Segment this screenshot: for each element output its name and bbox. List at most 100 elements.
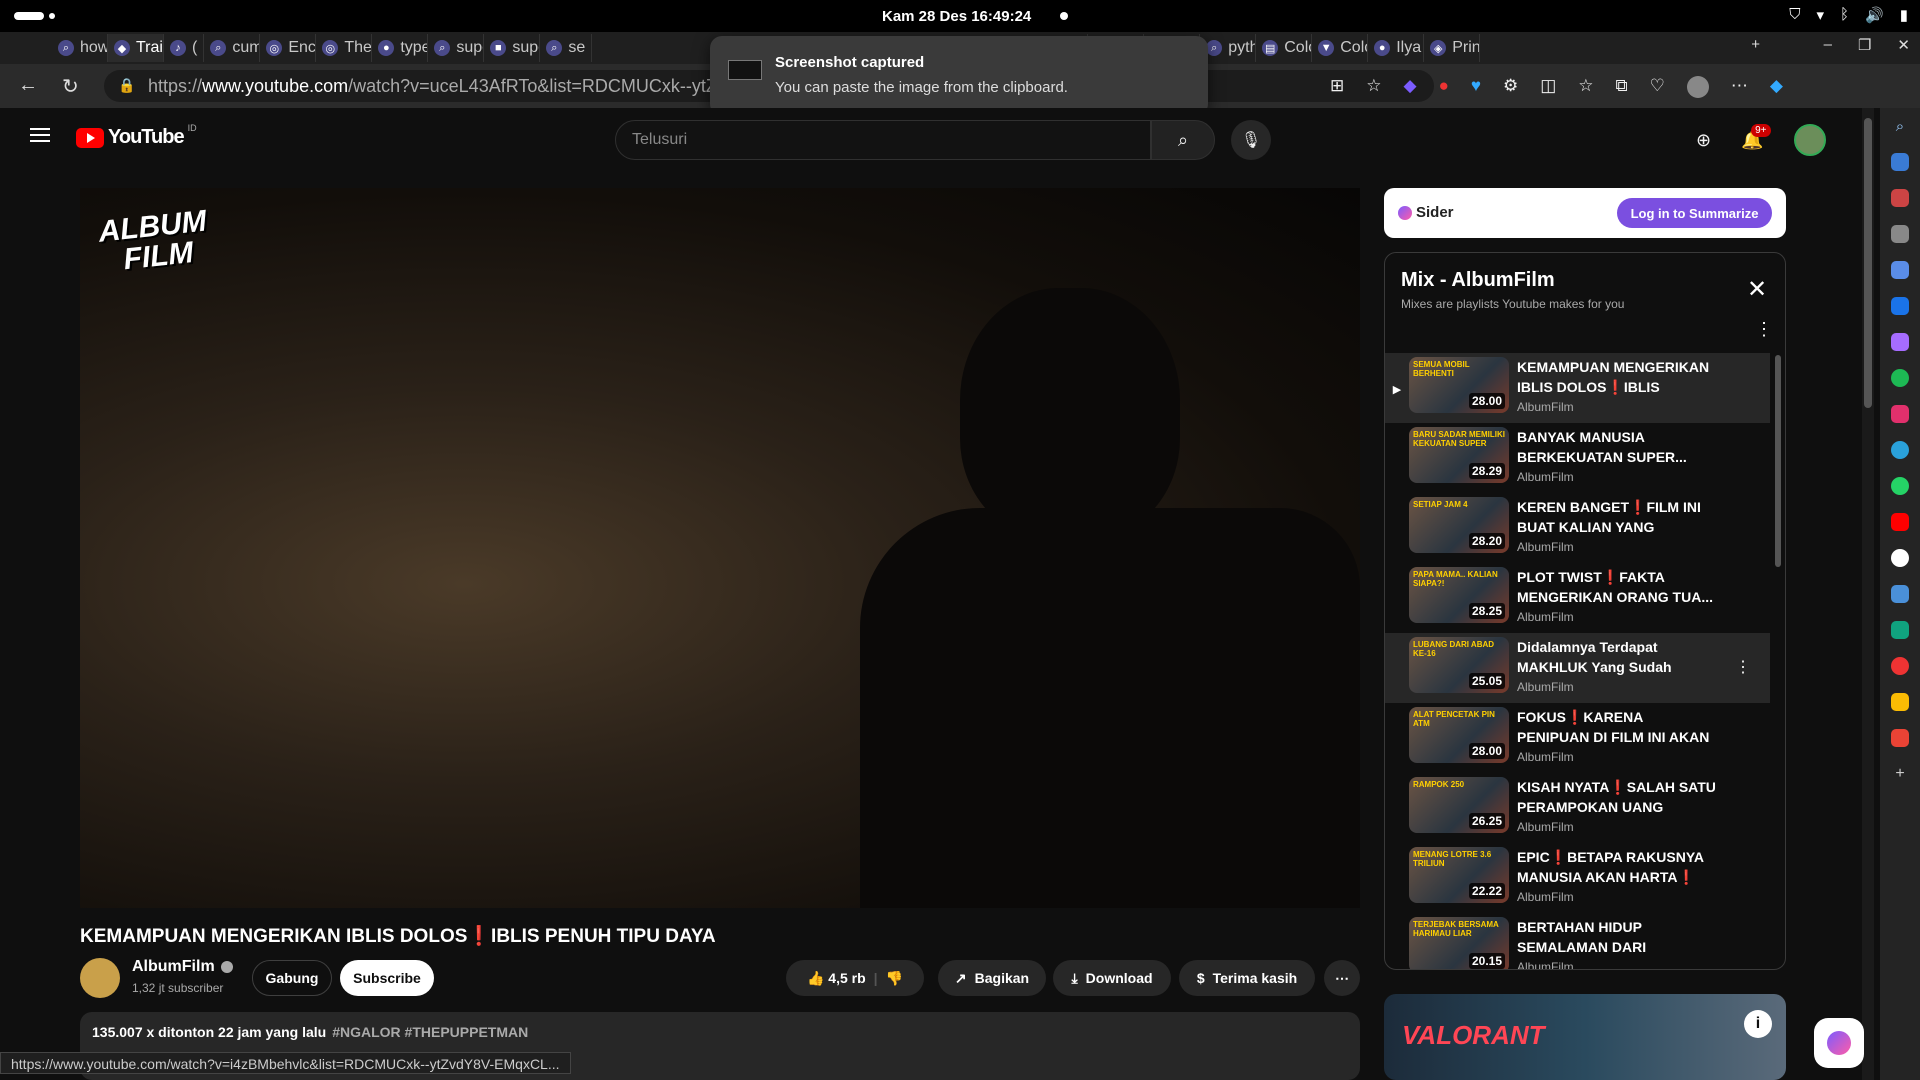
minimize-icon[interactable]: – (1824, 36, 1832, 54)
info-icon[interactable]: i (1744, 1010, 1772, 1038)
like-button[interactable]: 👍 4,5 rb (807, 970, 866, 987)
youtube-music-icon[interactable] (1891, 657, 1909, 675)
close-icon[interactable]: ✕ (1747, 275, 1767, 304)
outlook-icon[interactable] (1891, 297, 1909, 315)
share-button[interactable]: ↗ Bagikan (938, 960, 1046, 996)
extension-heart-icon[interactable]: ♥ (1471, 76, 1481, 98)
page-scrollbar[interactable] (1862, 108, 1874, 1080)
playlist-item[interactable]: LUBANG DARI ABAD KE-16 25.05 Didalamnya Te… (1385, 633, 1770, 703)
close-window-icon[interactable]: ✕ (1897, 36, 1910, 54)
browser-tab[interactable]: ● Ilya (1368, 34, 1425, 62)
system-clock[interactable]: Kam 28 Des 16:49:24 (882, 8, 1031, 25)
chatgpt-icon[interactable] (1891, 621, 1909, 639)
channel-name-link[interactable]: AlbumFilm (132, 958, 233, 976)
ad-banner[interactable]: VALORANT i (1384, 994, 1786, 1080)
browser-tab[interactable]: ● type (372, 34, 429, 62)
games-icon[interactable] (1891, 225, 1909, 243)
playlist-item[interactable]: RAMPOK 250 26.25 KISAH NYATA❗SALAH SATU PE… (1385, 773, 1770, 843)
create-video-icon[interactable]: ⊕ (1696, 130, 1711, 151)
playlist-item[interactable]: ▶ SEMUA MOBIL BERHENTI 28.00 KEMAMPUAN MENG… (1385, 353, 1770, 423)
calendar-icon[interactable] (1891, 585, 1909, 603)
screenshot-notification[interactable]: Screenshot captured You can paste the im… (710, 36, 1208, 116)
playlist-item-channel: AlbumFilm (1517, 610, 1574, 624)
notifications-button[interactable]: 🔔 9+ (1741, 123, 1771, 151)
extension-purple-icon[interactable]: ◆ (1404, 76, 1417, 98)
spotify-icon[interactable] (1891, 369, 1909, 387)
playlist-item[interactable]: SETIAP JAM 4 28.20 KEREN BANGET❗FILM INI B… (1385, 493, 1770, 563)
more-vertical-icon[interactable]: ⋮ (1735, 657, 1751, 677)
system-tray[interactable]: ⛉ ▾ ᛒ 🔊 ▮ (1789, 6, 1908, 24)
playlist-title[interactable]: Mix - AlbumFilm (1401, 269, 1555, 292)
sider-floating-button[interactable] (1814, 1018, 1864, 1068)
browser-tab[interactable]: ◆ Trair (108, 34, 164, 62)
browser-tab[interactable]: ▤ Colo (1256, 34, 1313, 62)
favorites-icon[interactable]: ☆ (1578, 76, 1593, 98)
playlist-item[interactable]: TERJEBAK BERSAMA HARIMAU LIAR 20.15 BERTAH… (1385, 913, 1770, 969)
profile-avatar[interactable] (1686, 76, 1709, 98)
join-button[interactable]: Gabung (252, 960, 332, 996)
browser-tab[interactable]: ⌕ cum (204, 34, 261, 62)
tools-icon[interactable] (1891, 189, 1909, 207)
microsoft365-icon[interactable] (1891, 261, 1909, 279)
playlist-item-title: FOKUS❗KARENA PENIPUAN DI FILM INI AKAN M… (1517, 709, 1710, 745)
browser-tab[interactable]: ◎ The (316, 34, 373, 62)
channel-avatar[interactable] (80, 958, 120, 998)
browser-tab[interactable]: ◎ Enco (260, 34, 317, 62)
google-drive-icon[interactable] (1891, 693, 1909, 711)
gmail-icon[interactable] (1891, 729, 1909, 747)
telegram-icon[interactable] (1891, 441, 1909, 459)
collections-icon[interactable]: ⧉ (1616, 76, 1628, 98)
download-button[interactable]: ⤓ Download (1053, 960, 1171, 996)
playlist-item[interactable]: PAPA MAMA.. KALIAN SIAPA?! 28.25 PLOT TWIS… (1385, 563, 1770, 633)
more-vertical-icon[interactable]: ⋮ (1755, 319, 1773, 340)
favorite-star-icon[interactable]: ☆ (1366, 76, 1381, 98)
summarize-button[interactable]: Log in to Summarize (1617, 198, 1772, 228)
back-icon[interactable]: ← (18, 74, 38, 97)
restore-icon[interactable]: ❐ (1858, 36, 1871, 54)
designer-icon[interactable] (1891, 333, 1909, 351)
browser-tab[interactable]: ⌕ se (540, 34, 593, 62)
account-avatar[interactable] (1793, 124, 1826, 156)
browser-essentials-icon[interactable]: ♡ (1650, 76, 1665, 98)
microphone-icon: 🎙 (1240, 132, 1262, 149)
playlist-scrollbar[interactable] (1775, 355, 1781, 567)
search-input[interactable]: Telusuri (615, 120, 1151, 160)
search-sidebar-icon[interactable]: ⌕ (1896, 118, 1904, 135)
scrollbar-thumb[interactable] (1864, 118, 1872, 408)
thanks-button[interactable]: $ Terima kasih (1179, 960, 1315, 996)
browser-tab[interactable]: ▼ Colo (1312, 34, 1369, 62)
split-screen-icon[interactable]: ◫ (1540, 76, 1556, 98)
instagram-icon[interactable] (1891, 405, 1909, 423)
youtube-logo[interactable]: YouTube ID (76, 123, 197, 149)
copilot-icon[interactable]: ◆ (1770, 76, 1783, 98)
app-icon[interactable]: ⊞ (1330, 76, 1344, 98)
search-button[interactable]: ⌕ (1151, 120, 1215, 160)
video-player[interactable]: ALBUM FILM (80, 188, 1360, 908)
playlist-item[interactable]: BARU SADAR MEMILIKI KEKUATAN SUPER 28.29 B… (1385, 423, 1770, 493)
playlist-item[interactable]: ALAT PENCETAK PIN ATM 28.00 FOKUS❗KARENA P… (1385, 703, 1770, 773)
more-actions-button[interactable]: ⋯ (1324, 960, 1360, 996)
activities-button[interactable] (14, 12, 44, 20)
new-tab-icon[interactable]: + (1751, 36, 1760, 53)
github-sidebar-icon[interactable] (1891, 549, 1909, 567)
browser-tab[interactable]: ⌕ supe (428, 34, 485, 62)
add-sidebar-app-icon[interactable]: + (1895, 765, 1904, 783)
playlist-item[interactable]: MENANG LOTRE 3.6 TRILIUN 22.22 EPIC❗BETAPA… (1385, 843, 1770, 913)
voice-search-button[interactable]: 🎙 (1231, 120, 1271, 160)
extension-red-icon[interactable]: ● (1439, 76, 1449, 98)
reload-icon[interactable]: ↻ (62, 74, 79, 99)
youtube-sidebar-icon[interactable] (1891, 513, 1909, 531)
browser-tab[interactable]: ⌕ how (52, 34, 108, 62)
whatsapp-icon[interactable] (1891, 477, 1909, 495)
shopping-icon[interactable] (1891, 153, 1909, 171)
more-menu-icon[interactable]: ⋯ (1731, 76, 1748, 98)
thumbs-down-icon[interactable]: 👎 (886, 970, 903, 987)
menu-icon[interactable] (30, 128, 50, 142)
subscribe-button[interactable]: Subscribe (340, 960, 434, 996)
browser-tab[interactable]: ■ supe (484, 34, 541, 62)
browser-tab[interactable]: ♪( (164, 34, 205, 62)
browser-tab[interactable]: ⌕ pyth (1200, 34, 1257, 62)
extensions-icon[interactable]: ⚙ (1503, 76, 1518, 98)
hashtags[interactable]: #NGALOR #THEPUPPETMAN (332, 1024, 528, 1040)
browser-tab[interactable]: ◈ Prin (1424, 34, 1481, 62)
